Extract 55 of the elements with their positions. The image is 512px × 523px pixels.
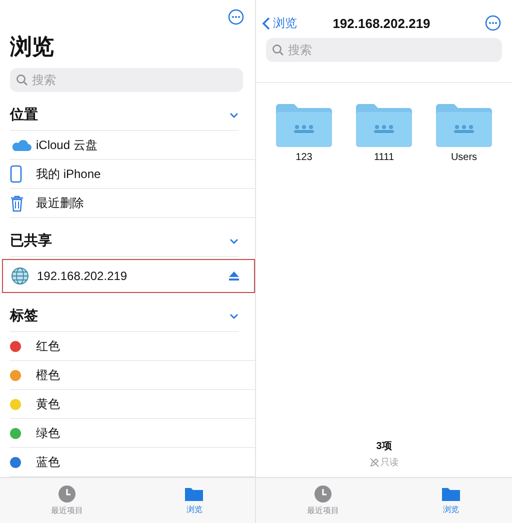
item-label: 蓝色 (36, 454, 60, 470)
search-field[interactable]: 搜索 (266, 38, 502, 62)
section-title: 已共享 (10, 232, 52, 250)
page-title: 浏览 (10, 33, 54, 61)
list-item[interactable]: 192.168.202.219 (2, 259, 255, 293)
item-label: 红色 (36, 338, 60, 354)
list-item[interactable]: 最近删除 (10, 189, 255, 218)
trash-icon (10, 194, 24, 212)
list-item[interactable]: 我的 iPhone (10, 160, 255, 189)
tab[interactable]: 浏览 (180, 484, 208, 517)
folder-icon (441, 486, 461, 502)
item-label: 192.168.202.219 (37, 269, 128, 283)
tab[interactable]: 浏览 (437, 484, 465, 517)
list-item[interactable]: iCloud 云盘 (10, 131, 255, 160)
section-title: 标签 (10, 307, 38, 325)
back-chevron-icon (262, 16, 270, 30)
ellipsis-icon (485, 15, 501, 31)
folder-name[interactable]: 1111 (374, 152, 394, 163)
read-only-icon (370, 458, 378, 467)
shared-folder-icon (276, 103, 332, 147)
read-only-label: 只读 (380, 456, 398, 469)
more-button[interactable] (227, 8, 245, 26)
clock-icon (58, 485, 76, 503)
shared-folder-icon (436, 103, 492, 147)
list-item[interactable]: 橙色 (10, 361, 255, 390)
section-header[interactable]: 位置 (10, 106, 239, 131)
list-item[interactable]: 红色 (10, 332, 255, 361)
section-header[interactable]: 标签 (10, 307, 239, 332)
item-count: 3项 (376, 440, 392, 453)
list-item[interactable]: 绿色 (10, 419, 255, 448)
item-label: 橙色 (36, 366, 60, 384)
shared-folder-icon (356, 103, 412, 147)
phone-icon (10, 165, 22, 183)
section-title: 位置 (10, 106, 38, 124)
folder-icon (184, 486, 204, 502)
list-item[interactable]: 黄色 (10, 390, 255, 419)
item-label: 黄色 (36, 396, 60, 412)
section-header[interactable]: 已共享 (10, 232, 239, 257)
search-field[interactable]: 搜索 (10, 68, 243, 92)
globe-icon (11, 267, 29, 285)
eject-icon (228, 271, 240, 281)
item-label: iCloud 云盘 (36, 136, 98, 154)
item-label: 最近删除 (36, 194, 84, 212)
nav-title: 192.168.202.219 (332, 16, 432, 30)
item-label: 绿色 (36, 424, 60, 442)
item-label: 我的 iPhone (36, 166, 101, 182)
ellipsis-icon (228, 9, 244, 25)
search-icon (272, 44, 284, 56)
more-button[interactable] (484, 14, 502, 32)
folder-name[interactable]: 123 (296, 152, 312, 163)
clock-icon (314, 485, 332, 503)
search-icon (16, 74, 28, 86)
folder-name[interactable]: Users (450, 152, 478, 163)
cloud-icon (10, 138, 32, 152)
back-button[interactable]: 浏览 (262, 14, 297, 32)
